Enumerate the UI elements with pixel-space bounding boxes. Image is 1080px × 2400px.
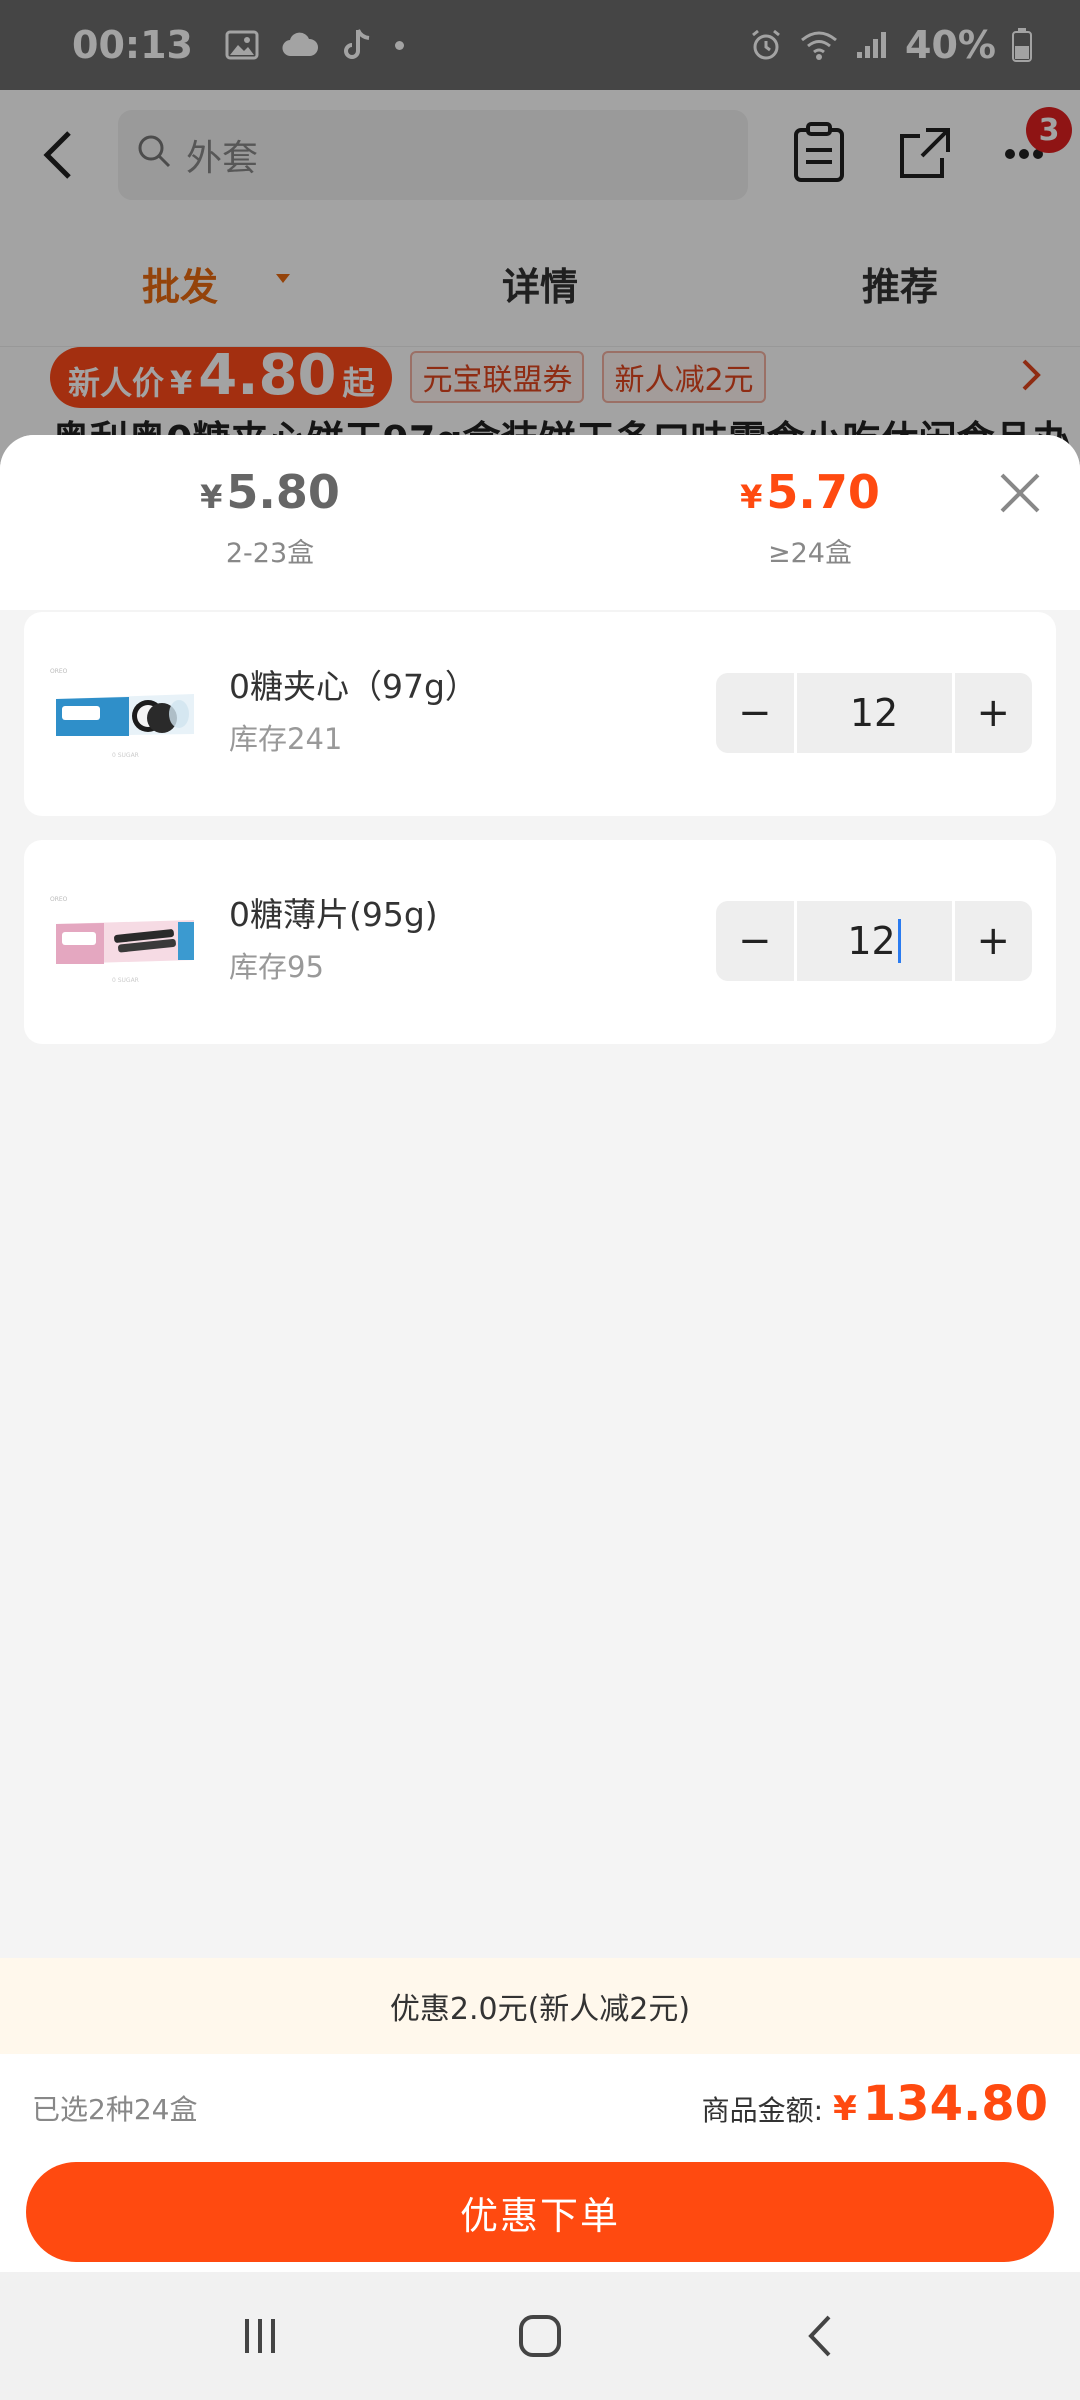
- price-tier-currency: ¥: [200, 478, 223, 516]
- increase-button[interactable]: +: [954, 673, 1032, 753]
- close-icon[interactable]: [996, 469, 1044, 517]
- price-tier-range: ≥24盒: [768, 538, 852, 569]
- decrease-button[interactable]: −: [716, 673, 794, 753]
- amount-currency: ¥: [833, 2089, 857, 2129]
- sku-item: OREO 0 SUGAR 0糖夹心（97g） 库存241 − 12 +: [24, 612, 1056, 816]
- price-tier-currency: ¥: [740, 478, 763, 516]
- text-cursor: [897, 919, 901, 963]
- quantity-value: 12: [847, 919, 896, 963]
- price-tier: ¥5.80 2-23盒: [120, 465, 420, 570]
- amount-label: 商品金额:: [701, 2094, 824, 2127]
- home-icon[interactable]: [500, 2296, 580, 2376]
- svg-text:0 SUGAR: 0 SUGAR: [112, 977, 139, 984]
- selected-count: 已选2种24盒: [32, 2093, 198, 2126]
- price-tier-value: 5.70: [766, 465, 880, 519]
- sku-selection-sheet: ¥5.80 2-23盒 ¥5.70 ≥24盒 OREO 0 SUGAR 0糖夹心…: [0, 435, 1080, 2272]
- sku-stock: 库存241: [229, 722, 343, 756]
- svg-text:0 SUGAR: 0 SUGAR: [112, 752, 139, 759]
- amount-value: 134.80: [862, 2076, 1048, 2132]
- quantity-value: 12: [849, 691, 899, 735]
- back-nav-icon[interactable]: [780, 2296, 860, 2376]
- place-order-button[interactable]: 优惠下单: [26, 2162, 1054, 2262]
- quantity-stepper: − 12 +: [716, 901, 1032, 981]
- quantity-stepper: − 12 +: [716, 673, 1032, 753]
- price-tier-value: 5.80: [226, 465, 340, 519]
- system-nav-bar: [0, 2272, 1080, 2400]
- discount-banner: 优惠2.0元(新人减2元): [0, 1958, 1080, 2054]
- price-tier-range: 2-23盒: [225, 538, 315, 569]
- recent-apps-icon[interactable]: [220, 2296, 300, 2376]
- sku-stock: 库存95: [229, 950, 324, 984]
- product-thumbnail: OREO 0 SUGAR: [44, 664, 204, 764]
- svg-text:OREO: OREO: [50, 896, 68, 903]
- total-amount: 商品金额: ¥134.80: [702, 2076, 1048, 2132]
- order-summary: 已选2种24盒 商品金额: ¥134.80 优惠下单: [0, 2054, 1080, 2272]
- sku-name: 0糖薄片(95g): [229, 895, 438, 934]
- price-tiers: ¥5.80 2-23盒 ¥5.70 ≥24盒: [0, 435, 1080, 610]
- svg-text:OREO: OREO: [50, 668, 68, 675]
- decrease-button[interactable]: −: [716, 901, 794, 981]
- increase-button[interactable]: +: [954, 901, 1032, 981]
- sku-name: 0糖夹心（97g）: [229, 667, 478, 706]
- quantity-input[interactable]: 12: [796, 673, 952, 753]
- product-thumbnail: OREO 0 SUGAR: [44, 892, 204, 992]
- sku-item: OREO 0 SUGAR 0糖薄片(95g) 库存95 − 12 +: [24, 840, 1056, 1044]
- price-tier: ¥5.70 ≥24盒: [660, 465, 960, 570]
- quantity-input[interactable]: 12: [796, 901, 952, 981]
